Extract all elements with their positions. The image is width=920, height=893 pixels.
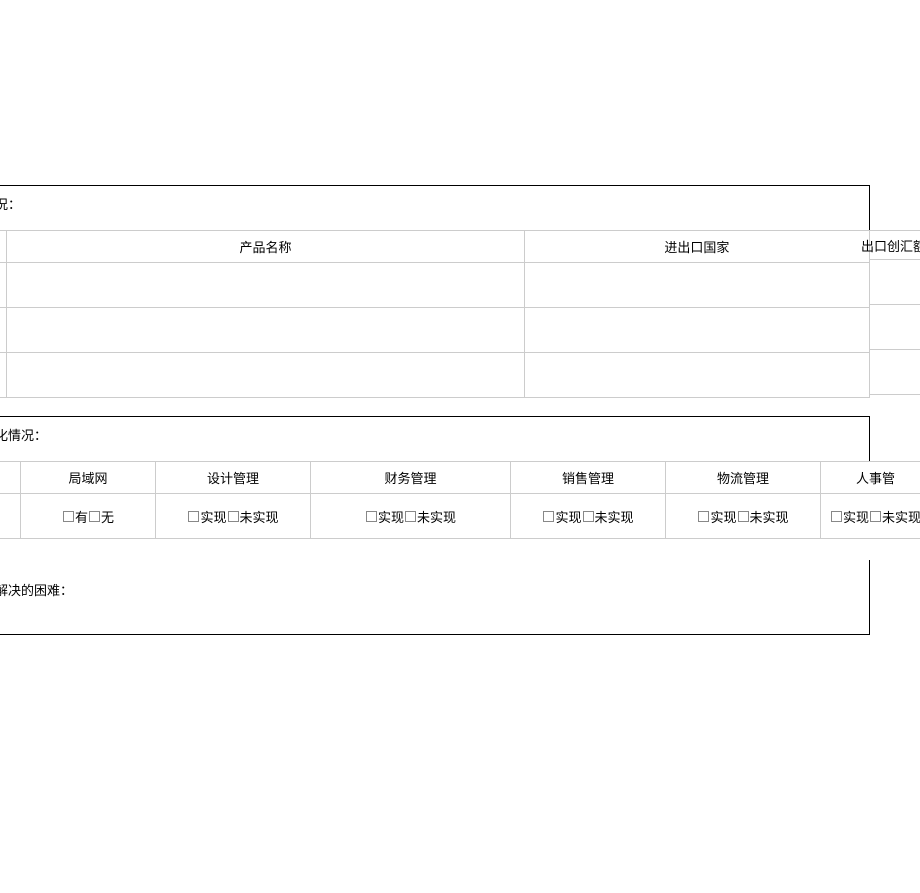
cell-design-options: 实现未实现 <box>156 494 311 539</box>
table-row <box>0 263 870 308</box>
col-header-country: 进出口国家 <box>524 231 869 263</box>
section3-label: 解决的困难： <box>0 560 869 599</box>
col-header-logistics: 物流管理 <box>666 462 821 494</box>
checkbox-realized[interactable] <box>188 511 199 522</box>
label-realized: 实现 <box>378 510 404 525</box>
label-not-realized: 未实现 <box>750 510 789 525</box>
export-amount-column: 出口创汇额（美元） <box>870 185 920 395</box>
label-realized: 实现 <box>710 510 736 525</box>
cell-export-amount[interactable] <box>870 260 920 305</box>
difficulties-section: 解决的困难： <box>0 560 870 635</box>
checkbox-not-realized[interactable] <box>870 511 881 522</box>
table-row: 有无 实现未实现 实现未实现 实现未实现 实现未实现 实现未实现 <box>0 494 920 539</box>
checkbox-yes[interactable] <box>63 511 74 522</box>
cell-export-amount[interactable] <box>870 305 920 350</box>
cell[interactable] <box>0 353 7 398</box>
informatization-table: 局域网 设计管理 财务管理 销售管理 物流管理 人事管 有无 实现未实现 实现未… <box>0 461 920 539</box>
label-realized: 实现 <box>555 510 581 525</box>
informatization-section: 化情况： <box>0 416 870 461</box>
col-header-sales: 销售管理 <box>511 462 666 494</box>
cell[interactable] <box>0 263 7 308</box>
cell-blank <box>0 494 21 539</box>
cell-country[interactable] <box>524 263 869 308</box>
cell-country[interactable] <box>524 308 869 353</box>
col-header-hr: 人事管 <box>821 462 920 494</box>
col-header-design: 设计管理 <box>156 462 311 494</box>
cell-hr-options: 实现未实现 <box>821 494 920 539</box>
checkbox-realized[interactable] <box>366 511 377 522</box>
checkbox-not-realized[interactable] <box>405 511 416 522</box>
cell-product-name[interactable] <box>7 353 525 398</box>
checkbox-realized[interactable] <box>831 511 842 522</box>
cell-logistics-options: 实现未实现 <box>666 494 821 539</box>
label-yes: 有 <box>75 510 88 525</box>
checkbox-realized[interactable] <box>698 511 709 522</box>
table-header-row: 局域网 设计管理 财务管理 销售管理 物流管理 人事管 <box>0 462 920 494</box>
label-realized: 实现 <box>843 510 869 525</box>
cell-export-amount[interactable] <box>870 350 920 395</box>
label-not-realized: 未实现 <box>595 510 634 525</box>
cell-sales-options: 实现未实现 <box>511 494 666 539</box>
col-header-blank <box>0 462 21 494</box>
section1-label: 况： <box>0 185 870 230</box>
checkbox-not-realized[interactable] <box>583 511 594 522</box>
cell-finance-options: 实现未实现 <box>311 494 511 539</box>
col-header-lan: 局域网 <box>21 462 156 494</box>
cell-lan-options: 有无 <box>21 494 156 539</box>
col-header-product-name: 产品名称 <box>7 231 525 263</box>
col-header-blank <box>0 231 7 263</box>
import-export-table: 产品名称 进出口国家 <box>0 230 870 398</box>
col-header-finance: 财务管理 <box>311 462 511 494</box>
cell-product-name[interactable] <box>7 263 525 308</box>
checkbox-not-realized[interactable] <box>738 511 749 522</box>
label-realized: 实现 <box>200 510 226 525</box>
label-not-realized: 未实现 <box>417 510 456 525</box>
cell[interactable] <box>0 308 7 353</box>
checkbox-realized[interactable] <box>543 511 554 522</box>
checkbox-not-realized[interactable] <box>228 511 239 522</box>
table-row <box>0 353 870 398</box>
import-export-section: 况： 产品名称 进出口国家 <box>0 185 870 398</box>
label-no: 无 <box>101 510 114 525</box>
label-not-realized: 未实现 <box>240 510 279 525</box>
checkbox-no[interactable] <box>89 511 100 522</box>
label-not-realized: 未实现 <box>882 510 920 525</box>
cell-country[interactable] <box>524 353 869 398</box>
table-header-row: 产品名称 进出口国家 <box>0 231 870 263</box>
table-row <box>0 308 870 353</box>
cell-product-name[interactable] <box>7 308 525 353</box>
section2-label: 化情况： <box>0 416 870 461</box>
col-header-export-amount: 出口创汇额（美元） <box>870 230 920 260</box>
extra-col-blank <box>870 185 920 230</box>
